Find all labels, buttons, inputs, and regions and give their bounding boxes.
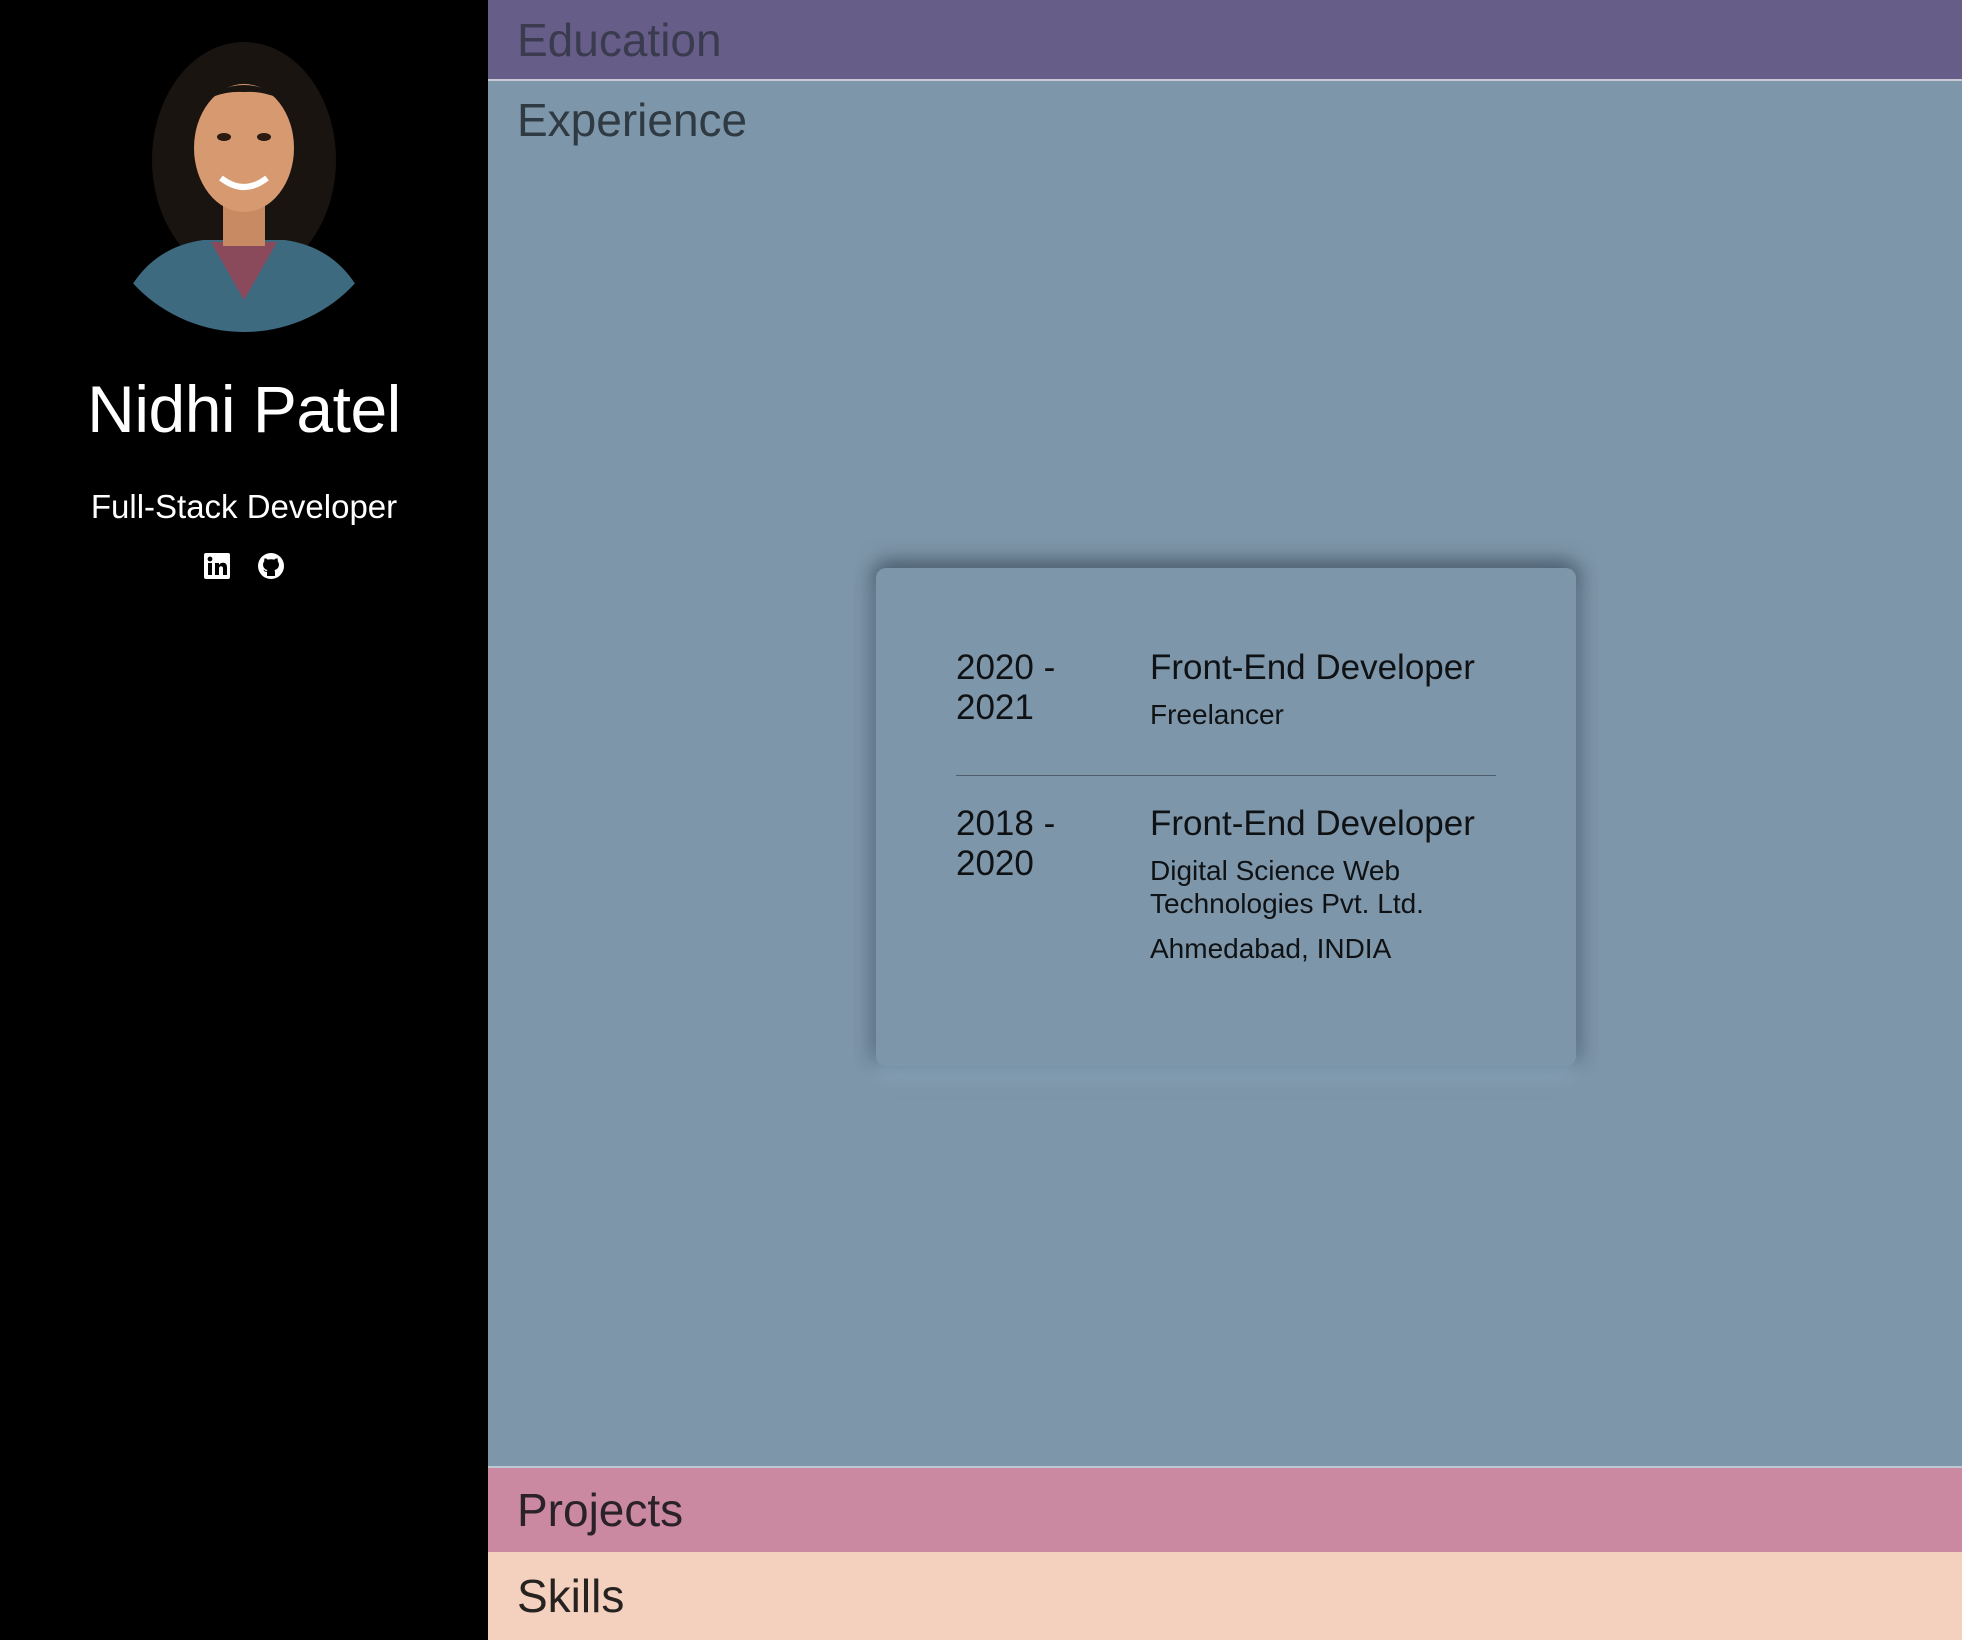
experience-divider (956, 775, 1496, 776)
sidebar: Nidhi Patel Full-Stack Developer (0, 0, 488, 1640)
experience-date: 2018 - 2020 (956, 804, 1150, 965)
section-experience-title[interactable]: Experience (517, 93, 747, 147)
experience-item: 2020 - 2021 Front-End Developer Freelanc… (956, 648, 1496, 731)
section-skills[interactable]: Skills (488, 1552, 1962, 1640)
section-projects[interactable]: Projects (488, 1468, 1962, 1552)
experience-date-start: 2018 - (956, 804, 1056, 843)
experience-company: Freelancer (1150, 699, 1284, 730)
section-education[interactable]: Education (488, 0, 1962, 81)
experience-date-end: 2021 (956, 688, 1034, 727)
linkedin-link[interactable] (202, 552, 232, 585)
section-projects-title: Projects (517, 1484, 684, 1536)
section-education-title: Education (517, 13, 722, 66)
github-icon (257, 552, 285, 585)
github-link[interactable] (256, 552, 286, 585)
profile-name: Nidhi Patel (87, 372, 401, 446)
experience-date-start: 2020 - (956, 648, 1056, 687)
main-content: Education Experience 2020 - 2021 Front-E… (488, 0, 1962, 1640)
experience-card: 2020 - 2021 Front-End Developer Freelanc… (876, 568, 1576, 1066)
experience-item: 2018 - 2020 Front-End Developer Digital … (956, 804, 1496, 965)
experience-title: Front-End Developer (1150, 648, 1475, 687)
section-experience: Experience 2020 - 2021 Front-End Develop… (488, 81, 1962, 1468)
experience-details: Front-End Developer Freelancer (1150, 648, 1496, 731)
experience-date-end: 2020 (956, 844, 1034, 883)
page: Nidhi Patel Full-Stack Developer Educati… (0, 0, 1962, 1640)
social-links (202, 552, 286, 585)
experience-title: Front-End Developer (1150, 804, 1475, 843)
linkedin-icon (203, 552, 231, 585)
experience-details: Front-End Developer Digital Science Web … (1150, 804, 1496, 965)
experience-location: Ahmedabad, INDIA (1150, 933, 1392, 964)
experience-company: Digital Science Web Technologies Pvt. Lt… (1150, 855, 1424, 919)
section-skills-title: Skills (517, 1570, 625, 1622)
experience-date: 2020 - 2021 (956, 648, 1150, 731)
profile-role: Full-Stack Developer (90, 488, 398, 525)
avatar (93, 30, 395, 332)
